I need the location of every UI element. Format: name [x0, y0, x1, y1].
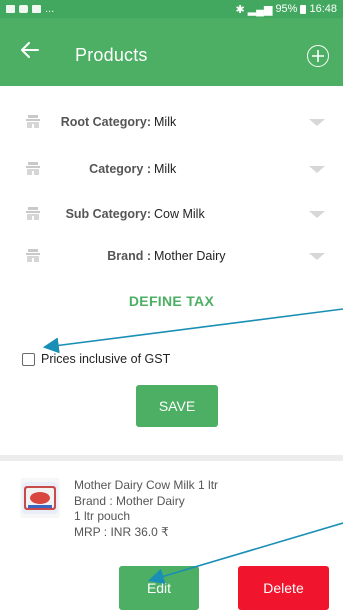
save-button[interactable]: SAVE: [136, 385, 218, 427]
milk-pouch-image: [20, 478, 60, 518]
dropdown-caret-icon: [309, 210, 325, 218]
product-brand: Brand : Mother Dairy: [74, 493, 185, 508]
status-indicators: ✱ ▂▄▆ 95% 16:48: [236, 3, 338, 16]
brand-value: Mother Dairy: [154, 249, 226, 263]
bluetooth-icon: ✱: [235, 3, 245, 16]
product-mrp: MRP : INR 36.0 ₹: [74, 524, 169, 539]
arrow-left-icon[interactable]: [18, 38, 42, 62]
category-value: Milk: [154, 162, 177, 176]
checkbox-box[interactable]: [22, 352, 35, 366]
more-notifications-text: ...: [45, 3, 55, 15]
edit-button[interactable]: Edit: [119, 566, 199, 610]
building-icon: [26, 207, 40, 220]
sub-category-label: Sub Category:: [65, 207, 151, 221]
building-icon: [26, 249, 40, 262]
sub-category-select[interactable]: Sub Category: Cow Milk: [0, 199, 343, 229]
product-details: Mother Dairy Cow Milk 1 ltr Brand : Moth…: [74, 478, 218, 540]
define-tax-link[interactable]: DEFINE TAX: [0, 293, 343, 309]
dropdown-caret-icon: [309, 165, 325, 173]
app-notification-icon: [32, 5, 41, 13]
clock: 16:48: [309, 3, 337, 15]
brand-label: Brand :: [107, 249, 151, 263]
category-select[interactable]: Category : Milk: [0, 154, 343, 184]
gst-inclusive-checkbox[interactable]: Prices inclusive of GST: [22, 352, 170, 366]
annotation-arrow-gst: [42, 308, 343, 354]
gallery-icon: [6, 5, 15, 13]
message-icon: [19, 5, 28, 13]
page-title: Products: [75, 45, 148, 65]
plus-circle-icon[interactable]: [307, 45, 329, 67]
delete-button[interactable]: Delete: [238, 566, 329, 610]
sub-category-value: Cow Milk: [154, 207, 205, 221]
gst-checkbox-label: Prices inclusive of GST: [41, 352, 171, 366]
building-icon: [26, 115, 40, 128]
building-icon: [26, 162, 40, 175]
section-divider: [0, 455, 343, 461]
product-name: Mother Dairy Cow Milk 1 ltr: [74, 478, 219, 492]
dropdown-caret-icon: [309, 118, 325, 126]
category-label: Category :: [89, 162, 151, 176]
battery-icon: [300, 4, 307, 14]
root-category-label: Root Category:: [60, 115, 151, 129]
brand-select[interactable]: Brand : Mother Dairy: [0, 241, 343, 271]
root-category-value: Milk: [154, 115, 177, 129]
root-category-select[interactable]: Root Category: Milk: [0, 107, 343, 137]
product-pack: 1 ltr pouch: [74, 509, 131, 523]
status-notifications: ...: [6, 3, 236, 15]
dropdown-caret-icon: [309, 252, 325, 260]
status-bar: ... ✱ ▂▄▆ 95% 16:48: [0, 0, 343, 18]
battery-percent: 95%: [275, 3, 298, 15]
signal-icon: ▂▄▆: [247, 3, 273, 16]
app-bar: Products: [0, 18, 343, 86]
